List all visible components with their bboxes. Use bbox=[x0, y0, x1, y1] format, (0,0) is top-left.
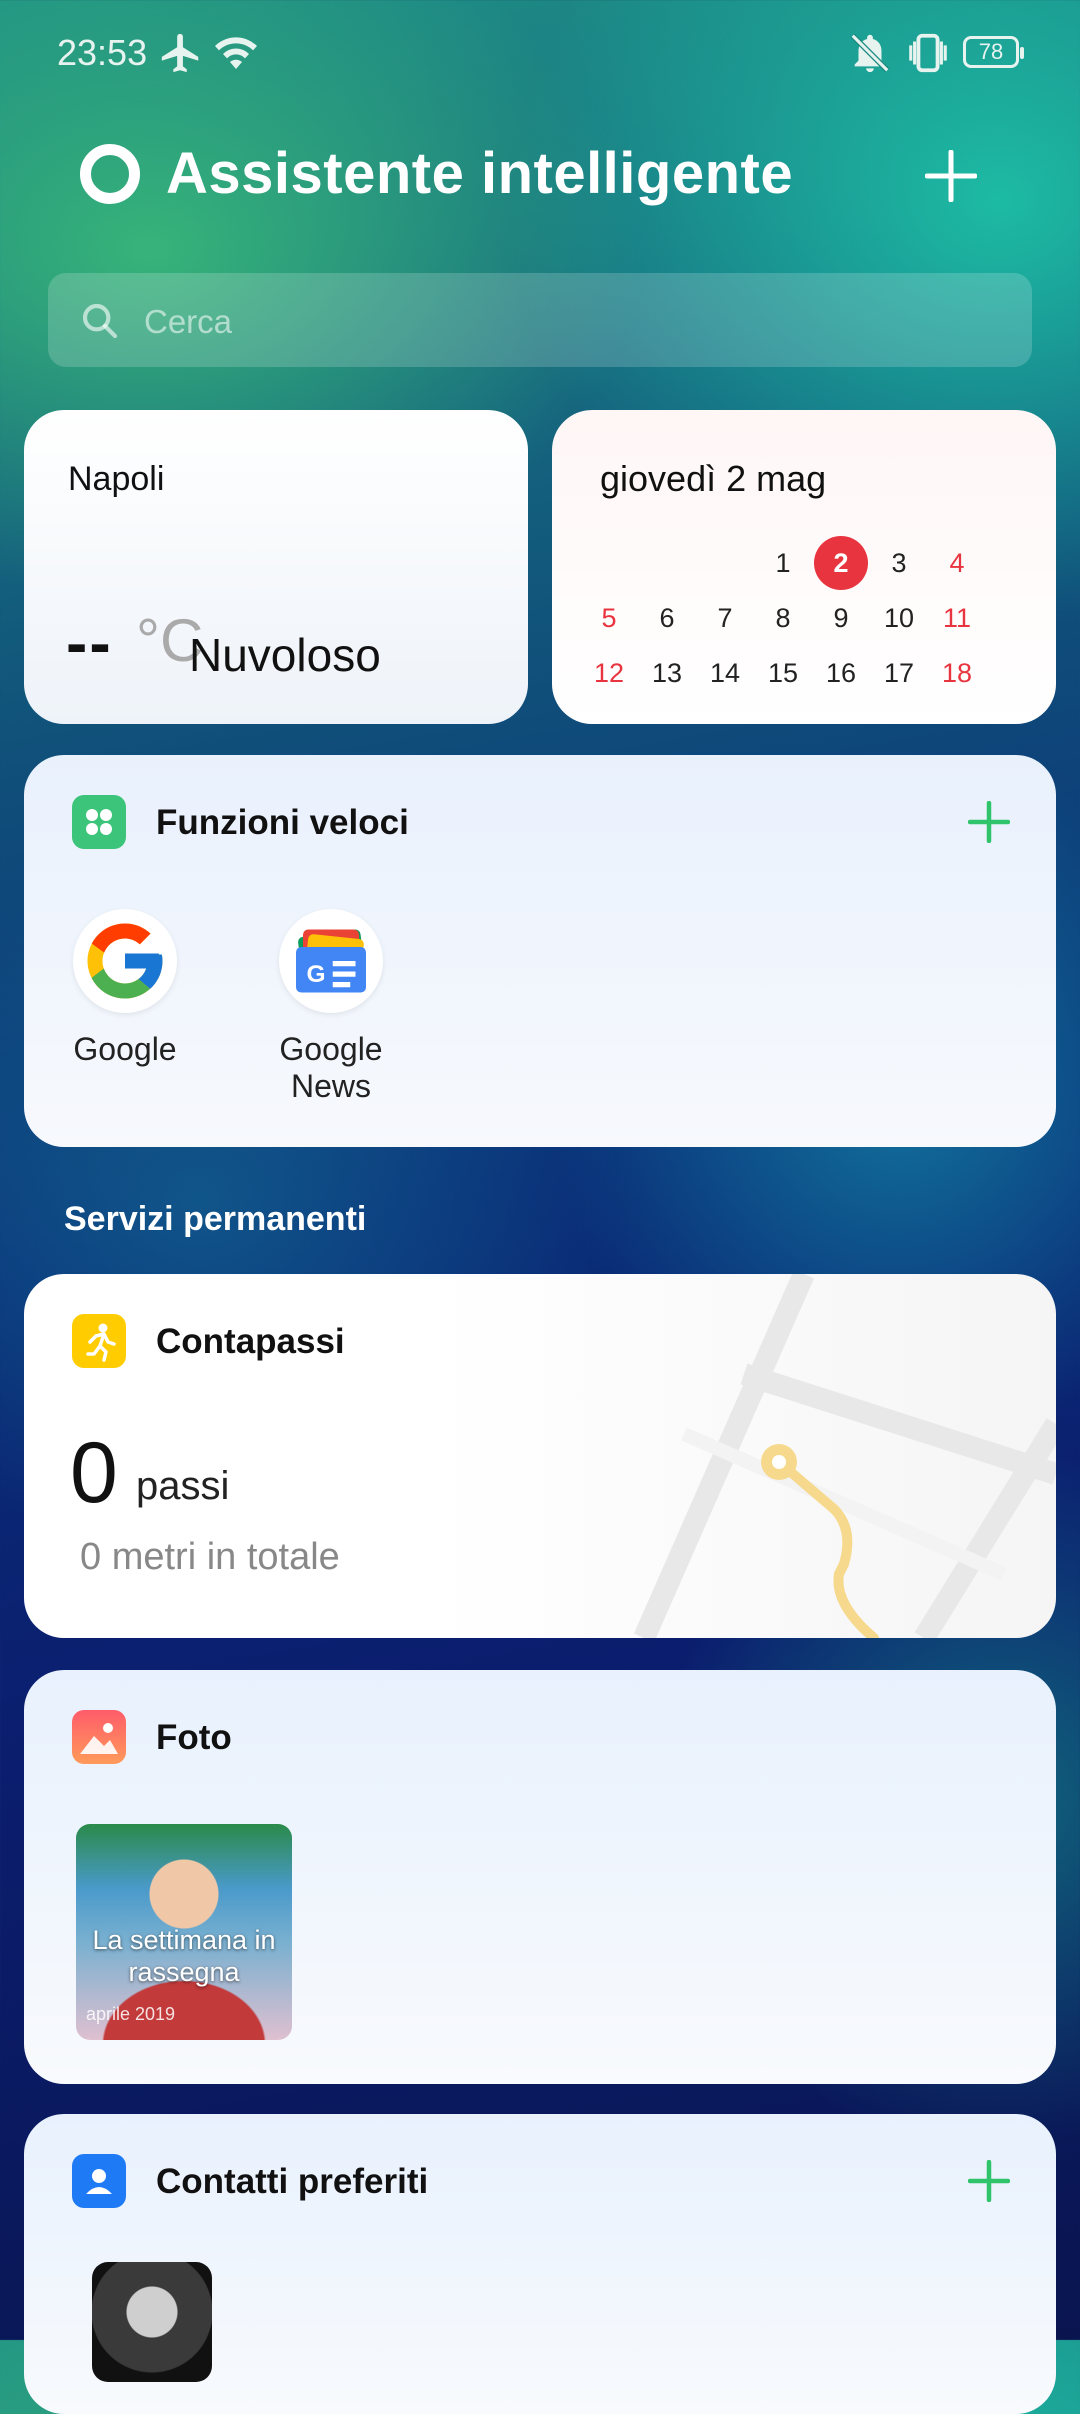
calendar-day: 1 bbox=[775, 548, 791, 578]
photo-album-thumbnail[interactable]: La settimana in rassegna aprile 2019 bbox=[76, 1824, 292, 2040]
vibrate-icon bbox=[909, 33, 947, 73]
status-time: 23:53 bbox=[57, 32, 148, 73]
calendar-day: 13 bbox=[651, 658, 683, 688]
calendar-day: 10 bbox=[883, 603, 915, 633]
contacts-title: Contatti preferiti bbox=[156, 2162, 429, 2201]
contacts-icon bbox=[72, 2154, 126, 2208]
calendar-day: 6 bbox=[659, 603, 675, 633]
search-placeholder: Cerca bbox=[144, 303, 233, 340]
quick-functions-card: Funzioni veloci Google G Google News bbox=[24, 755, 1056, 1147]
status-bar: 23:53 78 bbox=[0, 0, 1080, 100]
step-count: 0 bbox=[70, 1425, 118, 1521]
calendar-week-row: 12 13 14 15 16 17 18 bbox=[580, 646, 1040, 701]
add-contact-button[interactable] bbox=[968, 2160, 1010, 2202]
calendar-day-sunday: 5 bbox=[601, 603, 617, 633]
map-illustration bbox=[633, 1274, 1056, 1638]
weather-card[interactable]: Napoli -- °C Nuvoloso bbox=[24, 410, 528, 724]
step-counter-card[interactable]: Contapassi 0 passi 0 metri in totale bbox=[24, 1274, 1056, 1638]
calendar-day bbox=[696, 536, 754, 591]
app-label: Google bbox=[73, 1031, 177, 1067]
album-date: aprile 2019 bbox=[86, 2004, 176, 2024]
calendar-day bbox=[638, 536, 696, 591]
page-header: Assistente intelligente bbox=[0, 130, 1080, 230]
photos-title: Foto bbox=[156, 1718, 232, 1757]
svg-text:G: G bbox=[307, 961, 326, 988]
contact-avatar[interactable] bbox=[92, 2262, 212, 2382]
assistant-logo-icon bbox=[80, 144, 140, 204]
photos-card: Foto La settimana in rassegna aprile 201… bbox=[24, 1670, 1056, 2084]
google-news-icon: G bbox=[279, 909, 383, 1013]
calendar-grid: 1 2 3 4 5 6 7 8 9 10 11 12 13 14 15 16 1… bbox=[580, 536, 1040, 701]
calendar-day: 8 bbox=[775, 603, 791, 633]
calendar-day: 14 bbox=[709, 658, 741, 688]
calendar-day-sunday: 18 bbox=[941, 658, 973, 688]
calendar-week-row: 5 6 7 8 9 10 11 bbox=[580, 591, 1040, 646]
calendar-day bbox=[580, 536, 638, 591]
airplane-mode-icon bbox=[161, 33, 199, 73]
notifications-muted-icon bbox=[850, 33, 890, 73]
search-icon bbox=[82, 303, 118, 339]
favorite-contacts-card: Contatti preferiti bbox=[24, 2114, 1056, 2414]
add-quick-function-button[interactable] bbox=[968, 801, 1010, 843]
calendar-day-today: 2 bbox=[812, 536, 870, 591]
step-counter-title: Contapassi bbox=[156, 1322, 345, 1361]
album-caption: La settimana in rassegna bbox=[92, 1925, 276, 1987]
calendar-card[interactable]: giovedì 2 mag 1 2 3 4 5 6 7 8 9 10 11 12… bbox=[552, 410, 1056, 724]
page-title: Assistente intelligente bbox=[166, 141, 794, 206]
weather-temperature: -- bbox=[66, 607, 113, 679]
permanent-services-label: Servizi permanenti bbox=[64, 1200, 367, 1238]
weather-city: Napoli bbox=[68, 460, 165, 498]
photos-icon bbox=[72, 1710, 126, 1764]
app-label: Google News bbox=[279, 1031, 383, 1104]
add-widget-button[interactable] bbox=[925, 150, 977, 202]
app-google[interactable]: Google bbox=[50, 909, 200, 1068]
battery-indicator: 78 bbox=[963, 36, 1024, 68]
calendar-day-sunday: 12 bbox=[593, 658, 625, 688]
step-total-distance: 0 metri in totale bbox=[80, 1536, 340, 1578]
calendar-day: 3 bbox=[891, 548, 907, 578]
calendar-date-title: giovedì 2 mag bbox=[600, 458, 827, 499]
calendar-day: 15 bbox=[767, 658, 799, 688]
wifi-icon bbox=[215, 37, 257, 69]
calendar-week-row: 1 2 3 4 bbox=[580, 536, 1040, 591]
weather-condition: Nuvoloso bbox=[189, 629, 381, 681]
calendar-day: 9 bbox=[833, 603, 849, 633]
search-input[interactable]: Cerca bbox=[48, 273, 1032, 367]
calendar-day-sunday: 4 bbox=[949, 548, 965, 578]
step-unit: passi bbox=[136, 1464, 230, 1508]
google-icon bbox=[73, 909, 177, 1013]
calendar-day: 7 bbox=[717, 603, 733, 633]
quick-functions-title: Funzioni veloci bbox=[156, 803, 409, 842]
calendar-day: 16 bbox=[825, 658, 857, 688]
quick-functions-icon bbox=[72, 795, 126, 849]
app-google-news[interactable]: G Google News bbox=[256, 909, 406, 1105]
calendar-day: 17 bbox=[883, 658, 915, 688]
calendar-day-sunday: 11 bbox=[942, 603, 972, 633]
step-counter-icon bbox=[72, 1314, 126, 1368]
